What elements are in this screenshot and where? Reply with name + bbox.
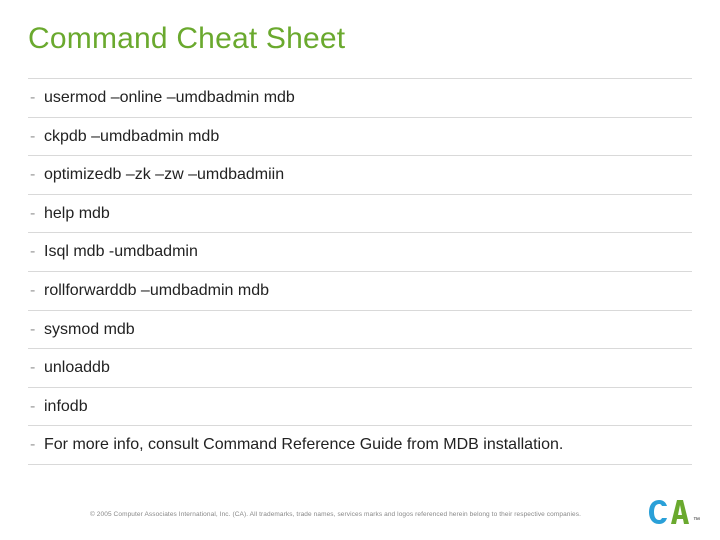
list-item: - unloaddb — [28, 349, 692, 388]
ca-logo: ™ — [647, 496, 700, 526]
command-text: usermod –online –umdbadmin mdb — [44, 87, 295, 109]
bullet-dash: - — [30, 282, 44, 300]
list-item: - help mdb — [28, 195, 692, 234]
list-item: - rollforwarddb –umdbadmin mdb — [28, 272, 692, 311]
list-item: - Isql mdb -umdbadmin — [28, 233, 692, 272]
list-item: - ckpdb –umdbadmin mdb — [28, 118, 692, 157]
bullet-dash: - — [30, 436, 44, 454]
bullet-dash: - — [30, 166, 44, 184]
bullet-dash: - — [30, 89, 44, 107]
bullet-dash: - — [30, 243, 44, 261]
list-item: - For more info, consult Command Referen… — [28, 426, 692, 465]
ca-logo-icon — [647, 496, 691, 526]
command-text: optimizedb –zk –zw –umdbadmiin — [44, 164, 284, 186]
command-text: For more info, consult Command Reference… — [44, 434, 563, 456]
command-text: Isql mdb -umdbadmin — [44, 241, 198, 263]
list-item: - sysmod mdb — [28, 311, 692, 350]
bullet-dash: - — [30, 128, 44, 146]
page-title: Command Cheat Sheet — [28, 22, 345, 56]
copyright-footer: © 2005 Computer Associates International… — [90, 511, 581, 518]
list-item: - usermod –online –umdbadmin mdb — [28, 78, 692, 118]
command-text: unloaddb — [44, 357, 110, 379]
bullet-dash: - — [30, 321, 44, 339]
list-item: - infodb — [28, 388, 692, 427]
slide: Command Cheat Sheet - usermod –online –u… — [0, 0, 720, 540]
bullet-dash: - — [30, 205, 44, 223]
list-item: - optimizedb –zk –zw –umdbadmiin — [28, 156, 692, 195]
command-text: ckpdb –umdbadmin mdb — [44, 126, 219, 148]
bullet-dash: - — [30, 398, 44, 416]
command-text: infodb — [44, 396, 88, 418]
bullet-dash: - — [30, 359, 44, 377]
command-text: sysmod mdb — [44, 319, 135, 341]
command-text: help mdb — [44, 203, 110, 225]
command-text: rollforwarddb –umdbadmin mdb — [44, 280, 269, 302]
trademark-symbol: ™ — [693, 517, 700, 524]
command-list: - usermod –online –umdbadmin mdb - ckpdb… — [28, 78, 692, 465]
